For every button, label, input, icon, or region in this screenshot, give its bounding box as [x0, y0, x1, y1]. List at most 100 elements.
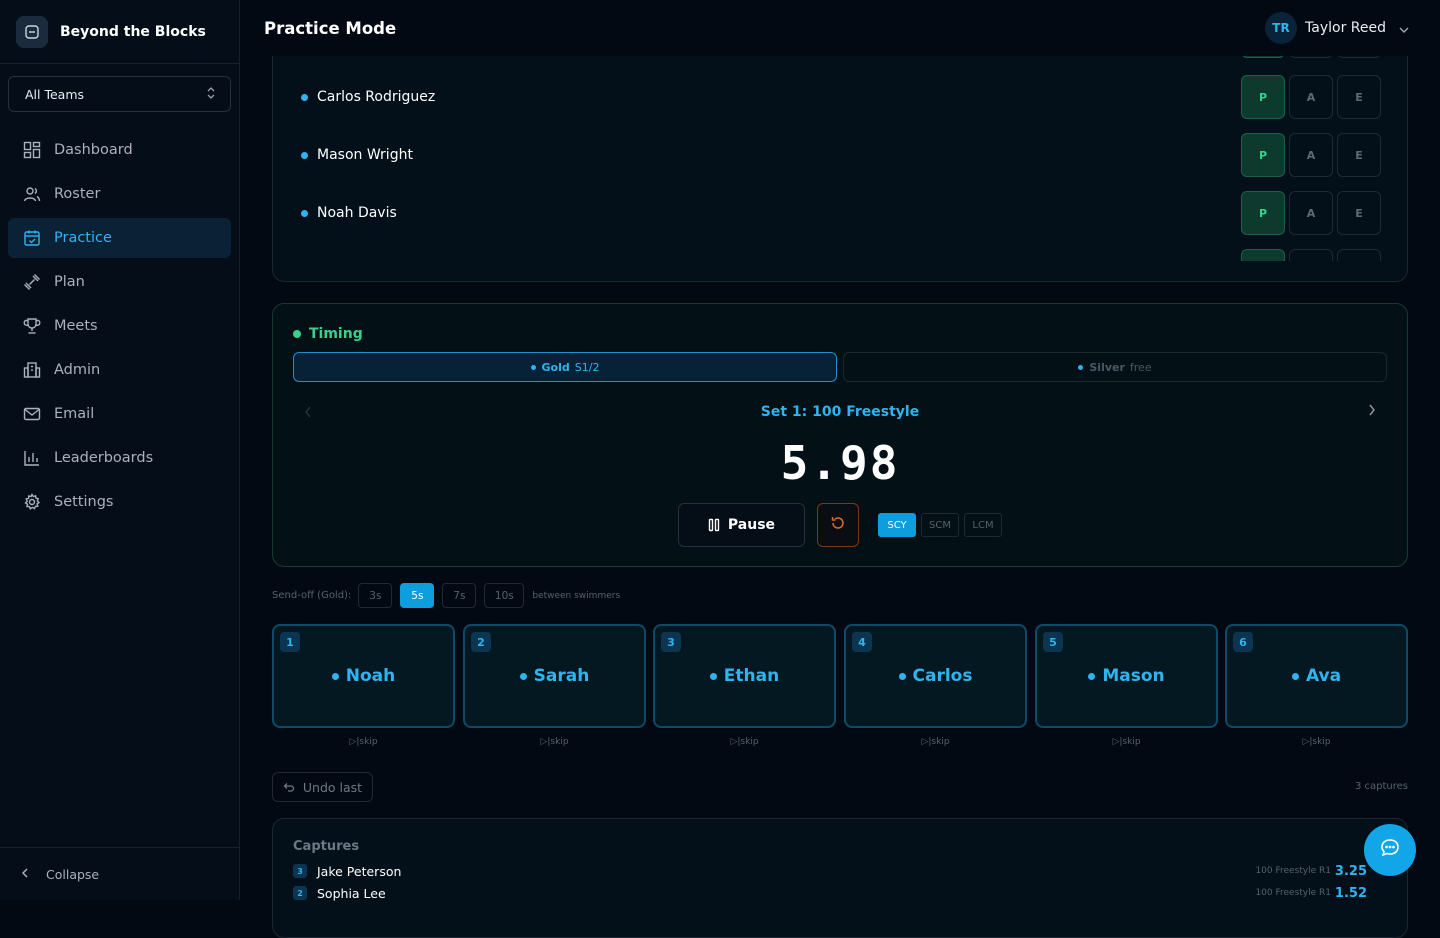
brand[interactable]: Beyond the Blocks [0, 0, 239, 64]
user-name: Taylor Reed [1305, 20, 1386, 36]
attendance-row-partial [301, 249, 1381, 261]
capture-swimmer: Jake Peterson [317, 863, 402, 879]
undo-last-button[interactable]: Undo last [272, 772, 373, 802]
skip-icon: ▷| [1302, 737, 1313, 747]
capture-lane: 2 [293, 886, 307, 900]
timing-title: Timing [293, 326, 363, 342]
absent-button[interactable]: A [1289, 191, 1333, 235]
group-name: Silver [1089, 360, 1125, 374]
sendoff-trail: between swimmers [532, 590, 621, 601]
lane-button[interactable]: 1 Noah [272, 624, 455, 728]
excused-button[interactable] [1337, 249, 1381, 261]
present-button[interactable]: P [1241, 191, 1285, 235]
excused-button[interactable]: E [1337, 75, 1381, 119]
skip-button[interactable]: ▷|skip [1225, 737, 1408, 747]
skip-button[interactable]: ▷|skip [1035, 737, 1218, 747]
present-button[interactable] [1241, 249, 1285, 261]
lane-number: 3 [661, 632, 681, 652]
absent-button[interactable] [1289, 249, 1333, 261]
lane-swimmer: Carlos [846, 666, 1025, 686]
sidebar-item-roster[interactable]: Roster [8, 174, 231, 214]
sendoff-7s-button[interactable]: 7s [442, 583, 477, 608]
tab-gold[interactable]: Gold S1/2 [293, 352, 837, 382]
lane-button[interactable]: 4 Carlos [844, 624, 1027, 728]
skip-button[interactable]: ▷|skip [653, 737, 836, 747]
group-detail: S1/2 [574, 360, 600, 374]
pause-label: Pause [727, 517, 776, 533]
present-button[interactable]: P [1241, 133, 1285, 177]
excused-button[interactable]: E [1337, 133, 1381, 177]
tab-silver[interactable]: Silver free [843, 352, 1387, 382]
chat-button[interactable] [1364, 824, 1416, 876]
sidebar-item-practice[interactable]: Practice [8, 218, 231, 258]
lane-number: 6 [1233, 632, 1253, 652]
collapse-sidebar-button[interactable]: Collapse [0, 847, 239, 900]
attendance-buttons: P A E [1241, 75, 1381, 119]
user-menu[interactable]: TR Taylor Reed [1265, 12, 1410, 44]
timer-display: 5.98 [780, 436, 900, 490]
set-title: Set 1: 100 Freestyle [760, 404, 920, 420]
sidebar-item-label: Settings [54, 494, 114, 510]
sidebar-item-label: Email [54, 406, 95, 422]
lane-dot [709, 672, 717, 680]
skip-icon: ▷| [730, 737, 741, 747]
trophy-icon [22, 316, 42, 336]
group-dot [530, 364, 536, 370]
group-name: Gold [541, 360, 570, 374]
status-dot [293, 330, 301, 338]
sidebar-nav: Dashboard Roster Practice Plan Meets Adm… [8, 130, 231, 526]
attendance-row: Mason Wright P A E [301, 133, 1381, 177]
sidebar-item-admin[interactable]: Admin [8, 350, 231, 390]
sidebar-item-plan[interactable]: Plan [8, 262, 231, 302]
attendance-card: Carlos Rodriguez P A E Mason Wright P A … [272, 20, 1408, 282]
lane-swimmer: Ava [1227, 666, 1406, 686]
captures-card: Captures 3 Jake Peterson 100 Freestyle R… [272, 818, 1408, 938]
lane-swimmer-name: Sarah [533, 666, 590, 686]
next-set-chevron-icon[interactable] [1367, 402, 1377, 421]
skip-icon: ▷| [349, 737, 360, 747]
lane-button[interactable]: 6 Ava [1225, 624, 1408, 728]
status-dot [301, 209, 308, 217]
lane-swimmer-name: Ava [1305, 666, 1342, 686]
present-button[interactable]: P [1241, 75, 1285, 119]
excused-button[interactable]: E [1337, 191, 1381, 235]
swimmer-name: Mason Wright [317, 147, 413, 163]
lane-swimmer: Ethan [655, 666, 834, 686]
team-select[interactable]: All Teams [8, 76, 231, 112]
lane-button[interactable]: 5 Mason [1035, 624, 1218, 728]
absent-button[interactable]: A [1289, 133, 1333, 177]
sidebar-item-email[interactable]: Email [8, 394, 231, 434]
mail-icon [22, 404, 42, 424]
sendoff-3s-button[interactable]: 3s [358, 583, 393, 608]
lane-button[interactable]: 3 Ethan [653, 624, 836, 728]
sidebar: Beyond the Blocks All Teams Dashboard Ro… [0, 0, 240, 900]
lane-button[interactable]: 2 Sarah [463, 624, 646, 728]
reset-button[interactable] [817, 503, 859, 547]
sidebar-item-label: Practice [54, 230, 112, 246]
course-lcm-button[interactable]: LCM [964, 513, 1002, 537]
chat-bubble-icon [1379, 837, 1401, 863]
sendoff-selector: Send-off (Gold): 3s 5s 7s 10s between sw… [272, 583, 620, 608]
sidebar-item-leaderboards[interactable]: Leaderboards [8, 438, 231, 478]
sendoff-10s-button[interactable]: 10s [484, 583, 525, 608]
lane-number: 1 [280, 632, 300, 652]
skip-button[interactable]: ▷|skip [272, 737, 455, 747]
capture-swimmer: Sophia Lee [317, 885, 386, 901]
attendance-list[interactable]: Carlos Rodriguez P A E Mason Wright P A … [273, 21, 1407, 261]
lane-swimmer-name: Mason [1102, 666, 1165, 686]
skip-label: skip [1122, 737, 1141, 747]
collapse-label: Collapse [46, 866, 100, 882]
pause-button[interactable]: Pause [678, 503, 805, 547]
sidebar-item-settings[interactable]: Settings [8, 482, 231, 522]
sendoff-5s-button[interactable]: 5s [400, 583, 435, 608]
skip-button[interactable]: ▷|skip [463, 737, 646, 747]
absent-button[interactable]: A [1289, 75, 1333, 119]
brand-logo-icon [16, 15, 48, 48]
sidebar-item-dashboard[interactable]: Dashboard [8, 130, 231, 170]
lane-number: 2 [471, 632, 491, 652]
skip-button[interactable]: ▷|skip [844, 737, 1027, 747]
course-scm-button[interactable]: SCM [921, 513, 959, 537]
sidebar-item-meets[interactable]: Meets [8, 306, 231, 346]
swimmer-name: Noah Davis [317, 205, 397, 221]
course-scy-button[interactable]: SCY [878, 513, 916, 537]
